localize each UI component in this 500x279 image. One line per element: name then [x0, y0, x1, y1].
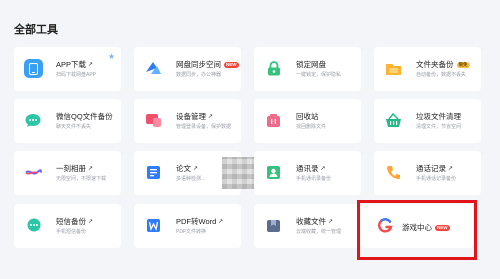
external-arrow-icon: ↗: [193, 166, 199, 172]
mosaic-blur: [222, 157, 254, 189]
tool-name: 网盘同步空间: [176, 60, 221, 69]
chat-icon: [24, 111, 43, 130]
external-arrow-icon: ↗: [328, 219, 334, 225]
tool-card-pdf-to-word[interactable]: PDF转Word ↗ PDF文件转换: [134, 204, 241, 248]
tool-name: APP下载: [56, 60, 87, 69]
pin-star-icon[interactable]: ★: [108, 52, 115, 61]
tool-desc: 数据同步，办公神器: [176, 72, 222, 78]
tool-card-contacts[interactable]: 通讯录 ↗ 手机通讯录备份: [254, 151, 361, 195]
tool-name: 短信备份: [56, 217, 86, 226]
lock-icon: [264, 59, 283, 78]
external-arrow-icon: ↗: [218, 219, 224, 225]
external-arrow-icon: ↗: [448, 166, 454, 172]
tool-desc: 扫码下载网盘APP: [56, 72, 97, 78]
tool-card-ike-album[interactable]: 一刻相册 ↗ 无限空间，不限速下载: [14, 151, 121, 195]
tool-name: 微信QQ文件备份: [56, 112, 113, 121]
trash-icon: [264, 111, 283, 130]
tool-card-call-log[interactable]: 通话记录 ↗ 手机通话记录备份: [374, 151, 481, 195]
tool-name: 垃圾文件清理: [416, 112, 461, 121]
tool-card-paper-check[interactable]: 论文 ↗ 多语种检测...: [134, 151, 254, 195]
tool-desc: 聊天文件不丢失: [56, 124, 92, 130]
tool-name: 收藏文件: [296, 217, 326, 226]
tool-desc: 多语种检测...: [176, 176, 206, 182]
folder-icon: [384, 59, 403, 78]
tool-name: 论文: [176, 164, 191, 173]
tool-name: 设备管理: [176, 112, 206, 121]
tool-card-sms-backup[interactable]: 短信备份 ↗ 手机短信备份: [14, 204, 121, 248]
tool-desc: PDF文件转换: [176, 229, 207, 235]
tool-desc: 清理文件，节省空间: [416, 124, 462, 130]
tool-desc: 手机通讯录备份: [296, 176, 332, 182]
tool-desc: 一键锁定，保护隐私: [296, 72, 342, 78]
contacts-icon: [264, 163, 283, 182]
tool-desc: 管理登录设备，保护数据: [176, 124, 232, 130]
tool-name: 通讯录: [296, 164, 319, 173]
sms-icon: [24, 216, 43, 235]
tool-name: 文件夹备份: [416, 60, 454, 69]
basket-icon: [384, 111, 403, 130]
tool-card-device-manage[interactable]: 设备管理 ↗ 管理登录设备，保护数据: [134, 99, 241, 143]
pdf-icon: [144, 216, 163, 235]
tool-desc: 找回删除文件: [296, 124, 327, 130]
tool-name: 锁定网盘: [296, 60, 326, 69]
tool-card-recycle-bin[interactable]: 回收站 找回删除文件: [254, 99, 361, 143]
tool-desc: 自动备份，数据不丢失: [416, 72, 467, 78]
tool-card-collect-files[interactable]: 收藏文件 ↗ 云端收藏，统一管理: [254, 204, 361, 248]
tool-name: 一刻相册: [56, 164, 86, 173]
external-arrow-icon: ↗: [208, 114, 214, 120]
phone-call-icon: [384, 163, 403, 182]
page-title: 全部工具: [14, 24, 58, 36]
external-arrow-icon: ↗: [88, 219, 94, 225]
tool-card-app-download[interactable]: APP下载 ↗ 扫码下载网盘APP ★: [14, 47, 121, 91]
external-arrow-icon: ↗: [320, 166, 326, 172]
paper-icon: [144, 163, 163, 182]
external-arrow-icon: ↗: [88, 62, 94, 68]
tool-name: 回收站: [296, 112, 319, 121]
tool-name: 通话记录: [416, 164, 446, 173]
tool-card-folder-backup[interactable]: 文件夹备份 限免 自动备份，数据不丢失: [374, 47, 481, 91]
tool-card-sync-space[interactable]: 网盘同步空间 NEW 数据同步，办公神器: [134, 47, 241, 91]
tool-desc: 无限空间，不限速下载: [56, 176, 107, 182]
sync-icon: [144, 59, 163, 78]
new-badge: NEW: [224, 61, 239, 68]
device-icon: [144, 111, 163, 130]
tool-card-lock[interactable]: 锁定网盘 一键锁定，保护隐私: [254, 47, 361, 91]
external-arrow-icon: ↗: [88, 166, 94, 172]
tool-desc: 手机通话记录备份: [416, 176, 457, 182]
tool-desc: 手机短信备份: [56, 229, 87, 235]
tool-name: PDF转Word: [176, 217, 217, 226]
bookmark-icon: [264, 216, 283, 235]
highlight-box: [357, 200, 477, 260]
tool-desc: 云端收藏，统一管理: [296, 229, 342, 235]
album-icon: [24, 163, 43, 182]
free-badge: 限免: [456, 61, 470, 68]
tool-card-junk-clean[interactable]: 垃圾文件清理 清理文件，节省空间: [374, 99, 481, 143]
phone-icon: [24, 59, 43, 78]
tool-card-wechat-qq[interactable]: 微信QQ文件备份 聊天文件不丢失: [14, 99, 121, 143]
